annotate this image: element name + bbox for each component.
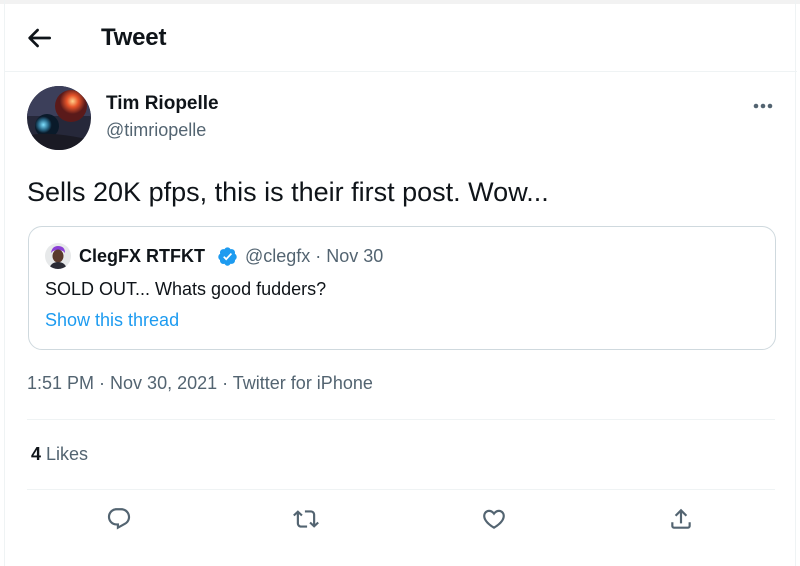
tweet-timestamp: 1:51 PM · Nov 30, 2021 · Twitter for iPh…	[27, 373, 373, 394]
retweet-icon	[293, 510, 319, 528]
tweet-date[interactable]: Nov 30, 2021	[110, 373, 217, 393]
quoted-tweet[interactable]: ClegFX RTFKT @clegfx · Nov 30 SOLD OUT..…	[28, 226, 776, 350]
quoted-tweet-text: SOLD OUT... Whats good fudders?	[45, 279, 327, 299]
divider	[27, 489, 775, 490]
quoted-avatar-image	[45, 243, 71, 269]
avatar-image	[27, 86, 91, 150]
more-dots-icon	[753, 103, 773, 109]
tweet-text: Sells 20K pfps, this is their first post…	[27, 177, 549, 207]
quoted-handle-date: @clegfx · Nov 30	[245, 246, 384, 266]
author-avatar[interactable]	[27, 86, 91, 150]
likes-count: 4	[31, 444, 42, 464]
reply-icon	[107, 508, 131, 530]
quoted-author-avatar[interactable]	[45, 243, 71, 269]
back-arrow-icon	[28, 28, 51, 48]
reply-button[interactable]	[106, 506, 136, 536]
page-title: Tweet	[101, 24, 167, 51]
tweet-source[interactable]: Twitter for iPhone	[233, 373, 373, 393]
show-thread-link[interactable]: Show this thread	[45, 310, 179, 331]
share-button[interactable]	[668, 506, 698, 536]
like-button[interactable]	[481, 506, 511, 536]
like-heart-icon	[483, 509, 505, 529]
timestamp-separator: ·	[217, 373, 233, 393]
page-header: Tweet	[5, 4, 797, 72]
likes-stat[interactable]: 4 Likes	[31, 444, 88, 465]
retweet-button[interactable]	[293, 506, 323, 536]
tweet-time[interactable]: 1:51 PM	[27, 373, 94, 393]
tweet-page: Tweet Tim Riopelle @timriopelle Sells 20…	[4, 0, 797, 566]
back-button[interactable]	[23, 22, 55, 54]
timestamp-separator: ·	[94, 373, 111, 393]
more-options-button[interactable]	[747, 94, 779, 118]
divider	[27, 419, 775, 420]
author-handle[interactable]: @timriopelle	[106, 120, 206, 141]
verified-badge	[217, 246, 238, 267]
verified-badge-icon	[218, 247, 237, 266]
quoted-author-name: ClegFX RTFKT	[79, 246, 205, 266]
share-icon	[671, 508, 691, 529]
author-name[interactable]: Tim Riopelle	[106, 93, 219, 115]
likes-label: Likes	[46, 444, 89, 464]
